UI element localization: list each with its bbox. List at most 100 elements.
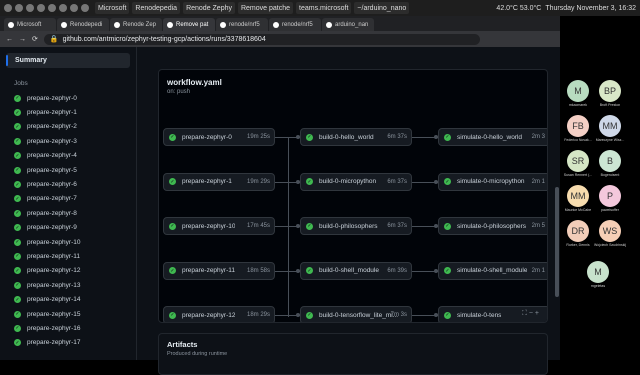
workspace-dot[interactable] xyxy=(37,4,45,12)
sidebar-job-item[interactable]: ✓ prepare-zephyr-16 xyxy=(0,321,136,335)
workflow-job-node[interactable]: ✓ prepare-zephyr-1 19m 29s xyxy=(163,172,275,191)
node-label: build-0-micropython xyxy=(319,178,377,185)
sidebar-job-item[interactable]: ✓ prepare-zephyr-8 xyxy=(0,206,136,220)
workflow-job-node[interactable]: ✓ build-0-tensorflow_lite_mi... 7m 3s xyxy=(300,306,412,322)
taskbar-window[interactable]: Renode Zephy xyxy=(183,2,235,14)
connector-trunk xyxy=(288,137,289,317)
workspace-dot[interactable] xyxy=(59,4,67,12)
workflow-job-node[interactable]: ✓ simulate-0-philosophers 2m 5 xyxy=(438,217,547,235)
url-field[interactable]: 🔒 github.com/antmicro/zephyr-testing-gcp… xyxy=(43,33,480,45)
node-label: build-0-hello_world xyxy=(319,133,374,141)
node-label: simulate-0-micropython xyxy=(457,178,525,185)
sidebar-job-item[interactable]: ✓ prepare-zephyr-7 xyxy=(0,192,136,206)
sidebar-job-item[interactable]: ✓ prepare-zephyr-3 xyxy=(0,134,136,148)
tab-favicon-icon xyxy=(167,21,173,28)
reload-icon[interactable]: ⟳ xyxy=(32,35,38,43)
workspace-dot[interactable] xyxy=(81,4,89,12)
node-label: prepare-zephyr-0 xyxy=(182,133,232,141)
workflow-job-node[interactable]: ✓ simulate-0-micropython 2m 1 xyxy=(438,172,547,191)
workflow-job-node[interactable]: ✓ build-0-micropython 6m 37s xyxy=(300,172,412,191)
node-label: prepare-zephyr-1 xyxy=(182,178,232,185)
sidebar-job-item[interactable]: ✓ prepare-zephyr-10 xyxy=(0,235,136,249)
job-label: prepare-zephyr-9 xyxy=(27,224,77,232)
zoom-controls[interactable]: ⛶ − + xyxy=(522,310,539,318)
browser-tab[interactable]: Renode Zep xyxy=(110,18,162,31)
sidebar-job-item[interactable]: ✓ prepare-zephyr-15 xyxy=(0,307,136,321)
browser-tab[interactable]: arduino_nan xyxy=(322,18,374,31)
workspace-dot[interactable] xyxy=(70,4,78,12)
browser-tab[interactable]: Microsoft xyxy=(4,18,56,31)
sidebar-item-summary[interactable]: Summary xyxy=(6,53,130,68)
workflow-job-node[interactable]: ✓ prepare-zephyr-10 17m 45s xyxy=(163,217,275,235)
workflow-job-node[interactable]: ✓ build-0-philosophers 6m 37s xyxy=(300,217,412,235)
workflow-job-node[interactable]: ✓ prepare-zephyr-0 19m 25s xyxy=(163,128,275,146)
sidebar-job-item[interactable]: ✓ prepare-zephyr-4 xyxy=(0,149,136,163)
clock[interactable]: Thursday November 3, 16:32 xyxy=(545,5,636,12)
meeting-participants-panel: Mmkacmarek BP Broft Preston FB Federico Nova… xyxy=(560,16,640,360)
success-check-icon: ✓ xyxy=(14,224,21,232)
workspace-dot[interactable] xyxy=(4,4,12,12)
back-icon[interactable]: ← xyxy=(6,36,13,43)
success-check-icon: ✓ xyxy=(444,133,451,141)
success-check-icon: ✓ xyxy=(14,137,21,145)
participant-tile[interactable]: WS Wojciech Szudrinskij xyxy=(580,220,640,247)
sidebar-job-item[interactable]: ✓ prepare-zephyr-5 xyxy=(0,163,136,177)
participant-name: pawelsoffer xyxy=(601,208,619,212)
sidebar-job-item[interactable]: ✓ prepare-zephyr-13 xyxy=(0,278,136,292)
workspace-dot[interactable] xyxy=(48,4,56,12)
workspace-dot[interactable] xyxy=(15,4,23,12)
zoom-in-icon[interactable]: + xyxy=(535,310,539,317)
sidebar-job-item[interactable]: ✓ prepare-zephyr-14 xyxy=(0,292,136,306)
sidebar-job-item[interactable]: ✓ prepare-zephyr-9 xyxy=(0,221,136,235)
node-label: prepare-zephyr-10 xyxy=(182,222,236,230)
browser-tab[interactable]: Renodepedi xyxy=(57,18,109,31)
success-check-icon: ✓ xyxy=(14,252,21,260)
tab-title: arduino_nan xyxy=(335,21,369,28)
workflow-job-node[interactable]: ✓ prepare-zephyr-12 18m 29s xyxy=(163,306,275,322)
node-label: simulate-0-tens xyxy=(457,311,502,319)
success-check-icon: ✓ xyxy=(306,267,313,274)
participant-tile[interactable]: Mmgeletas xyxy=(568,261,628,288)
participant-tile[interactable]: BP Broft Preston xyxy=(580,80,640,107)
tab-favicon-icon xyxy=(8,21,14,28)
sidebar-job-item[interactable]: ✓ prepare-zephyr-6 xyxy=(0,177,136,191)
browser-tab[interactable]: renode/nrf5 xyxy=(216,18,268,31)
sidebar-job-item[interactable]: ✓ prepare-zephyr-2 xyxy=(0,120,136,134)
tab-title: Microsoft xyxy=(17,21,42,28)
node-label: build-0-philosophers xyxy=(319,222,378,230)
node-duration: 18m 29s xyxy=(246,312,270,318)
sidebar-job-item[interactable]: ✓ prepare-zephyr-11 xyxy=(0,249,136,263)
workflow-trigger: on: push xyxy=(167,89,191,95)
participant-tile[interactable]: B Bogeruisent xyxy=(580,150,640,177)
browser-tab[interactable]: Remove pat xyxy=(163,18,215,31)
sidebar-job-item[interactable]: ✓ prepare-zephyr-1 xyxy=(0,105,136,119)
workflow-job-node[interactable]: ✓ prepare-zephyr-11 18m 58s xyxy=(163,261,275,280)
workspace-dot[interactable] xyxy=(26,4,34,12)
fullscreen-icon[interactable]: ⛶ xyxy=(522,310,527,317)
participant-tile[interactable]: Ppawelsoffer xyxy=(580,185,640,212)
node-label: prepare-zephyr-11 xyxy=(182,267,235,274)
taskbar-window[interactable]: Renodepedia xyxy=(132,2,181,14)
taskbar-window[interactable]: ~/arduino_nano xyxy=(354,2,410,14)
zoom-out-icon[interactable]: − xyxy=(529,310,533,317)
node-duration: 2m 3 xyxy=(531,134,545,140)
browser-tab[interactable]: renode/nrf5 xyxy=(269,18,321,31)
sidebar-job-item[interactable]: ✓ prepare-zephyr-0 xyxy=(0,91,136,105)
workflow-title[interactable]: workflow.yaml xyxy=(167,78,222,87)
workflow-job-node[interactable]: ✓ simulate-0-shell_module 2m 1 xyxy=(438,261,547,280)
sidebar-job-item[interactable]: ✓ prepare-zephyr-17 xyxy=(0,336,136,350)
workflow-job-node[interactable]: ✓ build-0-shell_module 6m 39s xyxy=(300,261,412,280)
address-bar-row: ← → ⟳ 🔒 github.com/antmicro/zephyr-testi… xyxy=(0,31,560,47)
temperature-readout: 42.0°C 53.0°C xyxy=(496,4,542,12)
workspace-indicators[interactable] xyxy=(0,4,89,12)
workflow-job-node[interactable]: ✓ simulate-0-hello_world 2m 3 xyxy=(438,128,547,146)
participant-tile[interactable]: MM Mareczyne Wisz... xyxy=(580,115,640,142)
workflow-job-node[interactable]: ✓ build-0-hello_world 6m 37s xyxy=(300,128,412,146)
job-label: prepare-zephyr-14 xyxy=(27,296,81,304)
participant-avatar: BP xyxy=(599,80,621,102)
forward-icon[interactable]: → xyxy=(19,36,26,43)
taskbar-window[interactable]: Remove patche xyxy=(237,2,294,14)
taskbar-window[interactable]: teams.microsoft xyxy=(296,2,352,14)
sidebar-job-item[interactable]: ✓ prepare-zephyr-12 xyxy=(0,264,136,278)
taskbar-window[interactable]: Microsoft xyxy=(95,2,130,14)
